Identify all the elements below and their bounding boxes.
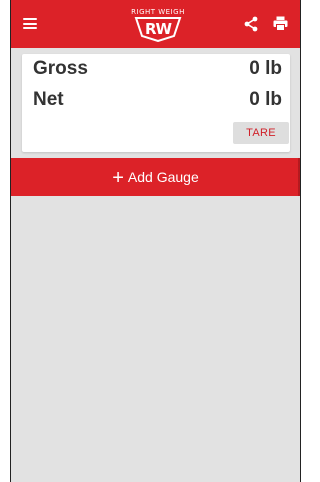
share-icon[interactable]	[244, 16, 258, 32]
right-weigh-logo: RIGHT WEIGH RW	[123, 6, 193, 42]
add-gauge-label: Add Gauge	[127, 169, 199, 185]
app-screen: RIGHT WEIGH RW Gross 0 lb Net 0 lb TARE …	[10, 0, 301, 482]
tare-button[interactable]: TARE	[233, 122, 289, 144]
svg-text:RW: RW	[145, 20, 173, 38]
weight-readout-card: Gross 0 lb Net 0 lb TARE	[22, 54, 290, 152]
scrollbar	[298, 158, 300, 196]
app-bar: RIGHT WEIGH RW	[11, 0, 300, 48]
net-label: Net	[33, 89, 64, 110]
gross-value: 0 lb	[249, 58, 282, 79]
plus-icon: +	[112, 167, 124, 189]
gross-label: Gross	[33, 58, 88, 79]
net-value: 0 lb	[249, 89, 282, 110]
print-icon[interactable]	[273, 16, 288, 31]
add-gauge-button[interactable]: + Add Gauge	[11, 158, 300, 196]
hamburger-menu-icon[interactable]	[23, 18, 37, 29]
